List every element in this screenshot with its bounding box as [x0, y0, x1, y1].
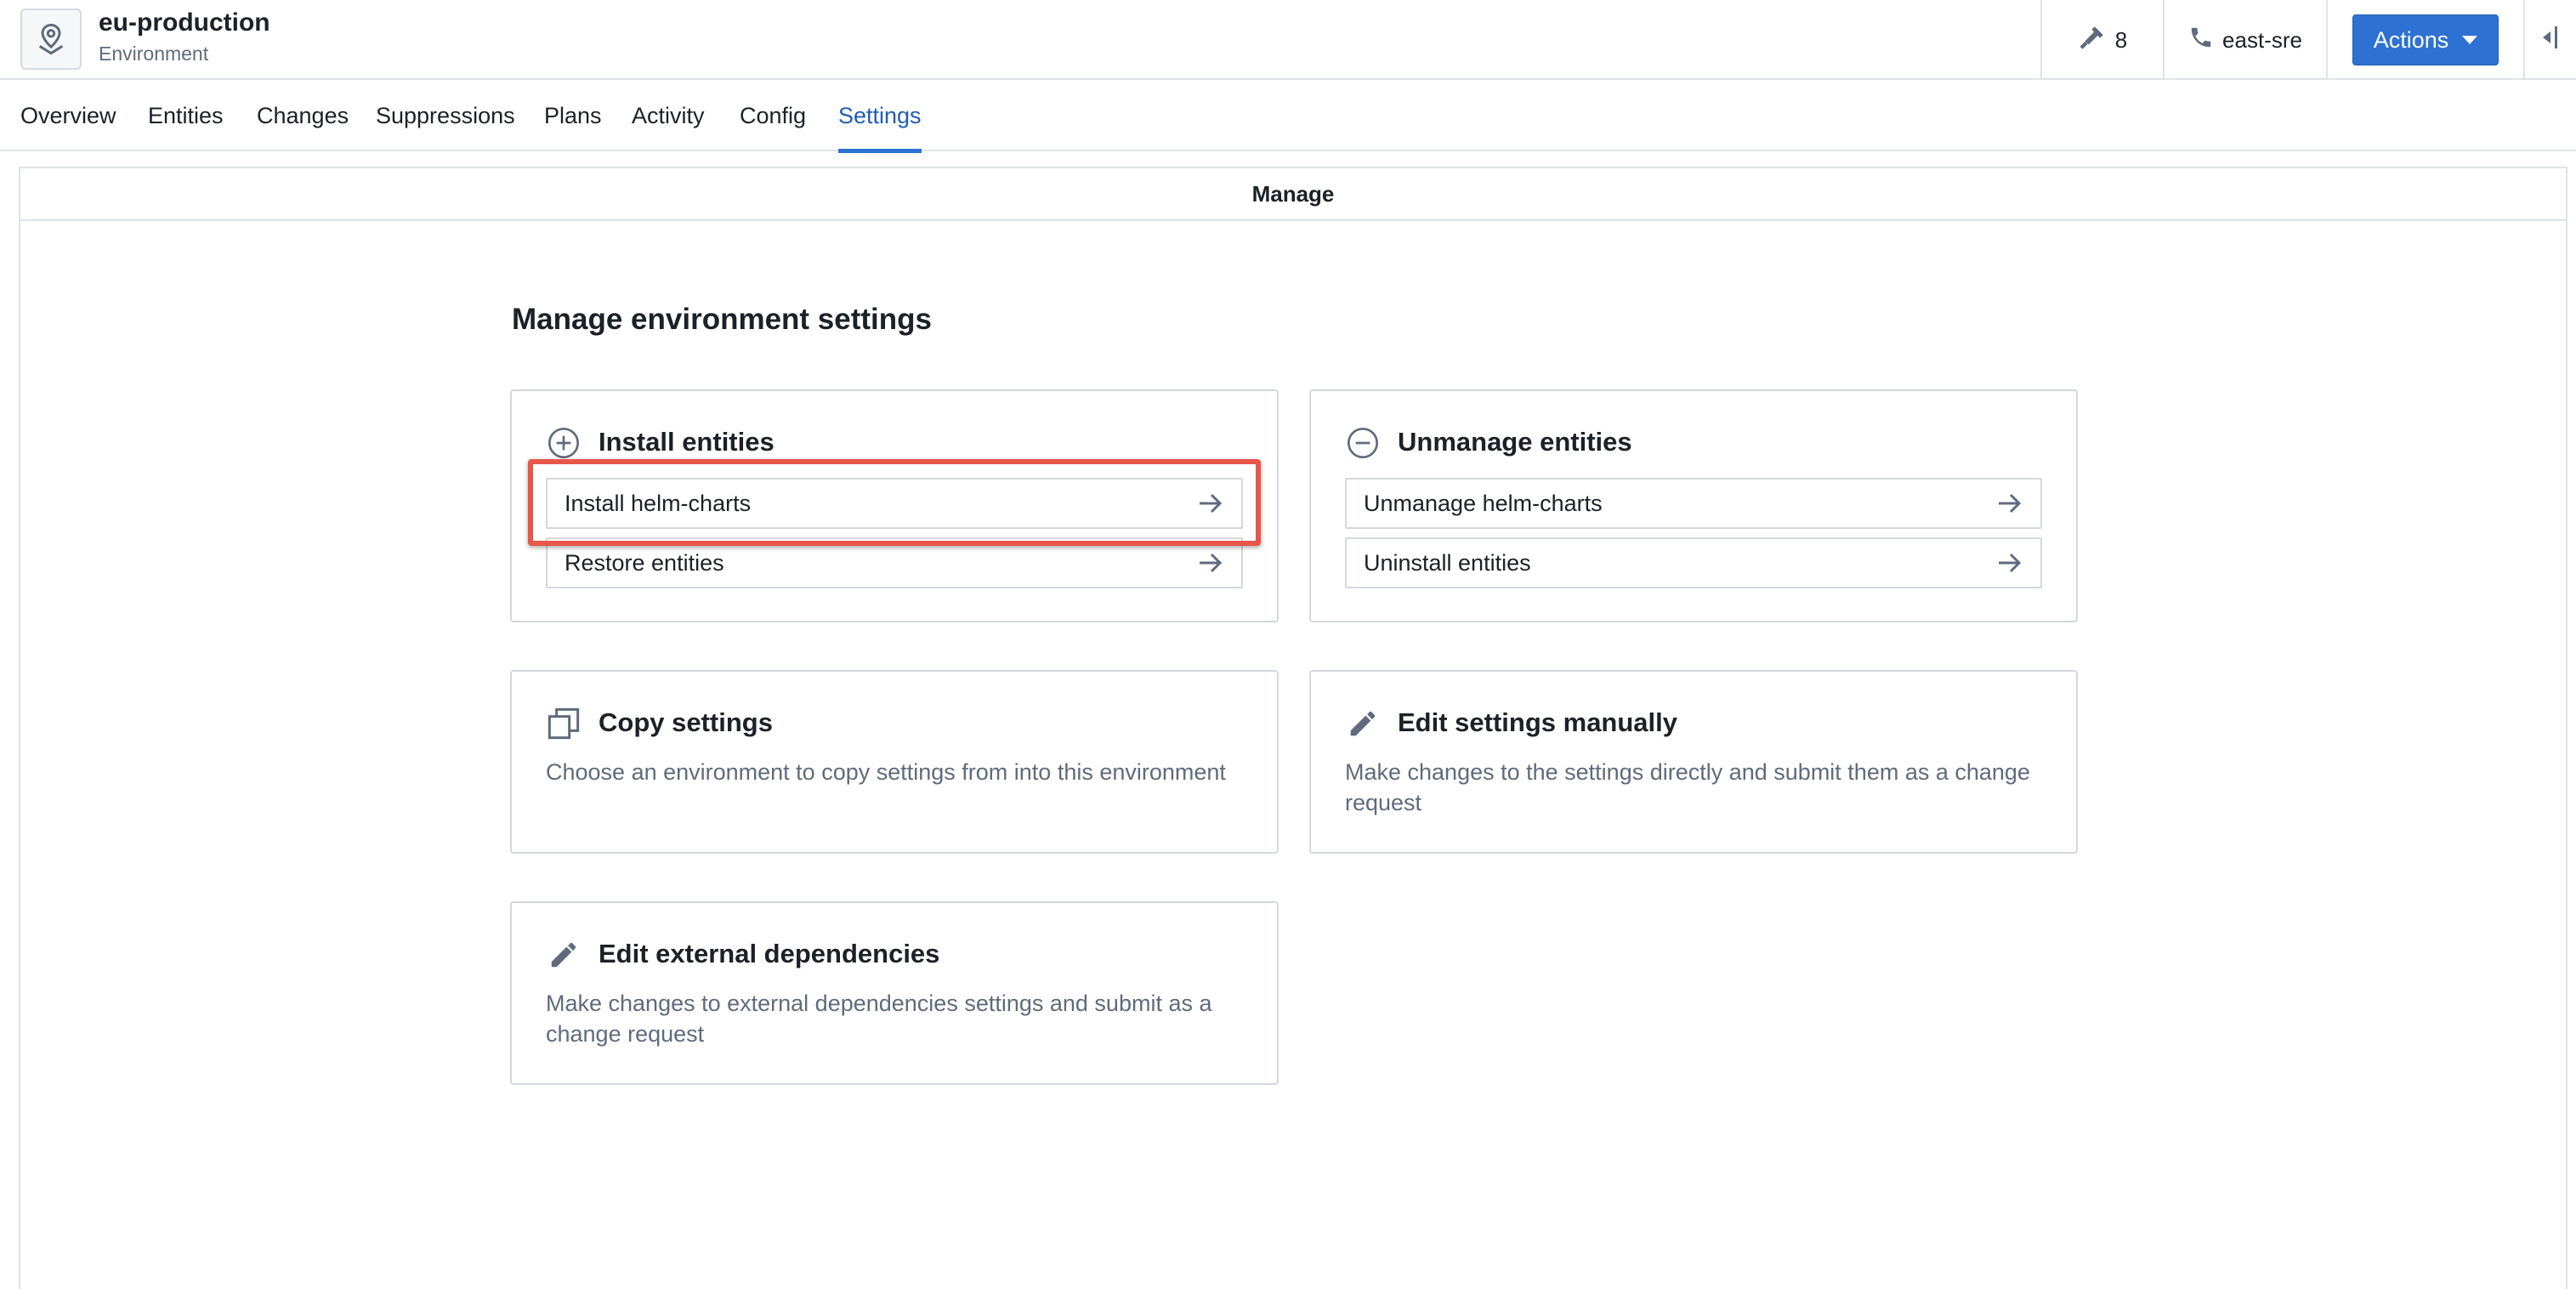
- edit-external-dependencies-title: Edit external dependencies: [599, 939, 940, 968]
- collapse-panel-button[interactable]: [2523, 0, 2576, 80]
- copy-settings-title: Copy settings: [599, 707, 773, 737]
- edit-settings-manually-description: Make changes to the settings directly an…: [1345, 759, 2030, 815]
- arrow-right-icon: [1197, 491, 1224, 515]
- environment-subtitle: Environment: [99, 43, 209, 65]
- arrow-right-icon: [1197, 551, 1224, 575]
- collapse-panel-icon: [2539, 25, 2562, 56]
- tab-plans[interactable]: Plans: [544, 80, 602, 151]
- arrow-right-icon: [1996, 551, 2023, 575]
- section-title: Manage environment settings: [512, 303, 932, 336]
- actions-container: Actions: [2326, 0, 2523, 80]
- arrow-right-icon: [1996, 491, 2023, 515]
- build-count-button[interactable]: 8: [2040, 0, 2163, 80]
- build-count: 8: [2114, 26, 2128, 53]
- restore-entities-button[interactable]: Restore entities: [546, 537, 1243, 588]
- install-entities-title: Install entities: [599, 427, 775, 457]
- install-helm-charts-label: Install helm-charts: [565, 490, 752, 516]
- tab-entities[interactable]: Entities: [148, 80, 224, 151]
- copy-settings-card[interactable]: Copy settings Choose an environment to c…: [510, 670, 1279, 854]
- unmanage-helm-charts-label: Unmanage helm-charts: [1364, 490, 1603, 516]
- unmanage-entities-card: Unmanage entities Unmanage helm-charts U…: [1309, 389, 2078, 622]
- tab-suppressions[interactable]: Suppressions: [376, 80, 515, 151]
- tab-settings[interactable]: Settings: [838, 80, 922, 153]
- edit-external-dependencies-description: Make changes to external dependencies se…: [546, 991, 1212, 1047]
- phone-icon: [2188, 25, 2214, 56]
- edit-external-dependencies-card[interactable]: Edit external dependencies Make changes …: [510, 901, 1279, 1085]
- uninstall-entities-button[interactable]: Uninstall entities: [1345, 537, 2042, 588]
- edit-pencil-icon: [1345, 706, 1381, 741]
- tab-changes[interactable]: Changes: [257, 80, 349, 151]
- edit-pencil-icon: [546, 937, 582, 973]
- edit-settings-manually-title: Edit settings manually: [1398, 707, 1678, 737]
- uninstall-entities-label: Uninstall entities: [1364, 549, 1531, 576]
- map-pin-icon: [20, 9, 82, 70]
- caret-down-icon: [2462, 36, 2478, 44]
- edit-settings-manually-card[interactable]: Edit settings manually Make changes to t…: [1309, 670, 2078, 854]
- hammer-icon: [2078, 23, 2107, 58]
- install-helm-charts-button[interactable]: Install helm-charts: [546, 478, 1243, 529]
- actions-label: Actions: [2373, 26, 2449, 53]
- header-bar: eu-production Environment 8 east-sre Act…: [0, 0, 2576, 80]
- unmanage-entities-title: Unmanage entities: [1398, 427, 1632, 457]
- panel-title: Manage: [20, 168, 2566, 221]
- duplicate-icon: [546, 706, 582, 741]
- minus-circle-icon: [1345, 425, 1381, 461]
- install-entities-card: Install entities Install helm-charts Res…: [510, 389, 1279, 622]
- plus-circle-icon: [546, 425, 582, 461]
- oncall-button[interactable]: east-sre: [2163, 0, 2326, 80]
- environment-title: eu-production: [99, 9, 270, 37]
- tab-bar: Overview Entities Changes Suppressions P…: [0, 80, 2576, 153]
- tab-activity[interactable]: Activity: [632, 80, 705, 151]
- tab-overview[interactable]: Overview: [20, 80, 116, 151]
- oncall-label: east-sre: [2222, 26, 2302, 53]
- restore-entities-label: Restore entities: [565, 549, 724, 576]
- copy-settings-description: Choose an environment to copy settings f…: [546, 759, 1226, 785]
- manage-panel: Manage: [19, 167, 2567, 1289]
- actions-button[interactable]: Actions: [2352, 14, 2499, 65]
- tab-config[interactable]: Config: [740, 80, 806, 151]
- unmanage-helm-charts-button[interactable]: Unmanage helm-charts: [1345, 478, 2042, 529]
